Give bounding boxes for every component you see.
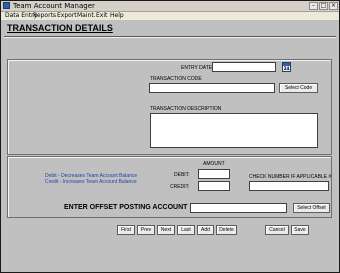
cancel-button[interactable]: Cancel — [265, 225, 289, 235]
divider — [4, 36, 336, 38]
check-number-field[interactable] — [249, 181, 329, 191]
entry-date-field[interactable] — [212, 62, 276, 72]
app-window: Team Account Manager – □ × Data Entry Re… — [0, 0, 340, 273]
menu-maint[interactable]: Maint. — [77, 12, 96, 20]
save-button[interactable]: Save — [291, 225, 309, 235]
title-bar: Team Account Manager – □ × — [1, 1, 339, 12]
entry-date-label: ENTRY DATE: — [181, 65, 214, 71]
page-title: TRANSACTION DETAILS — [7, 23, 113, 33]
menu-help[interactable]: Help — [110, 12, 124, 20]
app-icon — [3, 2, 10, 9]
transaction-description-label: TRANSACTION DESCRIPTION — [150, 106, 222, 112]
credit-hint: Credit - Increases Team Account Balance — [45, 179, 137, 185]
window-title: Team Account Manager — [13, 2, 95, 10]
menu-reports[interactable]: Reports — [33, 12, 56, 20]
check-number-label: CHECK NUMBER IF APPLICABLE # — [249, 174, 332, 180]
delete-button[interactable]: Delete — [216, 225, 237, 235]
offset-account-field[interactable] — [190, 203, 287, 213]
transaction-description-field[interactable] — [150, 113, 318, 148]
transaction-code-field[interactable] — [149, 83, 275, 93]
debit-field[interactable] — [198, 169, 230, 179]
next-button[interactable]: Next — [157, 225, 175, 235]
select-code-button[interactable]: Select Code — [279, 83, 318, 93]
close-icon[interactable]: × — [329, 2, 338, 10]
prev-button[interactable]: Prev — [137, 225, 155, 235]
credit-label: CREDIT: — [170, 184, 190, 190]
amount-header: AMOUNT — [203, 161, 225, 167]
menu-bar: Data Entry Reports Export Maint. Exit He… — [1, 12, 339, 20]
select-offset-button[interactable]: Select Offset — [293, 203, 330, 213]
offset-account-label: ENTER OFFSET POSTING ACCOUNT — [64, 204, 188, 211]
calendar-icon[interactable]: 24 — [282, 62, 291, 72]
menu-exit[interactable]: Exit — [96, 12, 107, 20]
credit-field[interactable] — [198, 181, 230, 191]
transaction-code-label: TRANSACTION CODE — [150, 76, 202, 82]
first-button[interactable]: First — [117, 225, 135, 235]
add-button[interactable]: Add — [197, 225, 214, 235]
menu-export[interactable]: Export — [57, 12, 77, 20]
last-button[interactable]: Last — [177, 225, 195, 235]
debit-label: DEBIT: — [174, 172, 190, 178]
maximize-icon[interactable]: □ — [319, 2, 328, 10]
minimize-icon[interactable]: – — [309, 2, 318, 10]
